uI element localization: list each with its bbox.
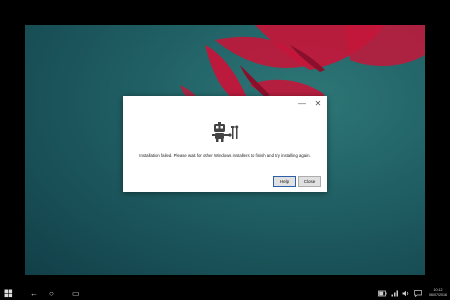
error-dialog: — ✕ Installation failed. Please wait for…: [123, 96, 327, 192]
volume-icon[interactable]: [402, 290, 410, 297]
close-button[interactable]: Close: [298, 176, 321, 187]
robot-tools-icon: [212, 122, 239, 142]
windows-logo-icon[interactable]: [4, 287, 13, 300]
task-view-icon[interactable]: ▭: [72, 287, 80, 300]
clock-date: 06/07/2016: [429, 293, 447, 297]
notification-icon[interactable]: [414, 290, 422, 297]
error-message: Installation failed. Please wait for oth…: [139, 153, 311, 158]
close-window-button[interactable]: ✕: [312, 99, 324, 109]
taskbar: ← ○ ▭ 10:12 06/07/2016: [0, 287, 450, 300]
system-clock[interactable]: 10:12 06/07/2016: [427, 288, 449, 298]
home-circle-icon[interactable]: ○: [49, 287, 54, 300]
back-arrow-icon[interactable]: ←: [30, 287, 38, 300]
minimize-button[interactable]: —: [296, 99, 308, 109]
battery-icon[interactable]: [378, 290, 387, 297]
network-icon[interactable]: [391, 290, 399, 297]
help-button[interactable]: Help: [273, 176, 296, 187]
